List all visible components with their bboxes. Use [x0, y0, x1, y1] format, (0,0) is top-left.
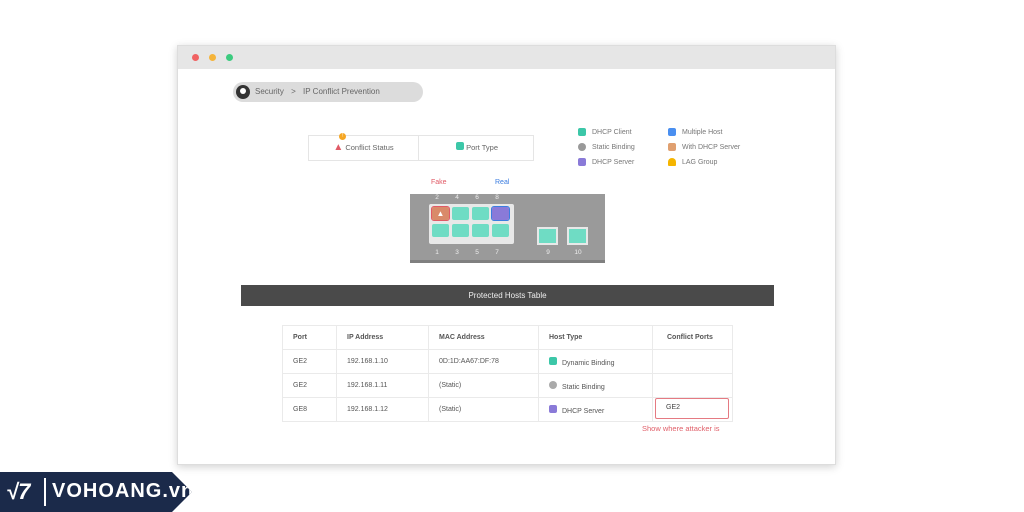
minimize-dot[interactable]: [209, 54, 216, 61]
port-1[interactable]: [432, 224, 449, 237]
conflict-status-tab[interactable]: ▲! Conflict Status: [309, 133, 419, 160]
legend-with-dhcp-server: With DHCP Server: [668, 143, 758, 151]
static-binding-icon: [549, 380, 557, 389]
legend-multiple-host: Multiple Host: [668, 128, 758, 136]
legend-box: ▲! Conflict Status Port Type: [308, 133, 535, 161]
table-title-bar: Protected Hosts Table: [241, 285, 774, 306]
port-5[interactable]: [472, 224, 489, 237]
dhcp-server-icon: [578, 158, 586, 166]
with-dhcp-server-icon: [668, 143, 676, 151]
sfp-10-number: 10: [574, 249, 582, 256]
bottom-port-numbers: 1357: [435, 249, 499, 256]
switch-panel: 2468 ▲ 1357 9 10: [410, 194, 605, 263]
lag-group-icon: [668, 158, 676, 166]
logo-text: VOHOANG.vn: [52, 480, 195, 502]
conflict-status-label: Conflict Status: [345, 143, 394, 152]
close-dot[interactable]: [192, 54, 199, 61]
dhcp-client-icon: [578, 128, 586, 136]
port-type-tab[interactable]: Port Type: [419, 136, 535, 160]
legend-dhcp-server: DHCP Server: [578, 158, 668, 166]
top-port-numbers: 2468: [435, 194, 499, 201]
header-conflict-ports: Conflict Ports: [652, 325, 733, 350]
dhcp-server-icon: [549, 404, 557, 413]
port-4[interactable]: [452, 207, 469, 220]
maximize-dot[interactable]: [226, 54, 233, 61]
static-binding-icon: [578, 143, 586, 151]
logo-mark-icon: √7: [6, 479, 31, 504]
port-6[interactable]: [472, 207, 489, 220]
port-2-conflict[interactable]: ▲: [431, 206, 450, 221]
port-type-label: Port Type: [466, 143, 499, 152]
multiple-host-icon: [668, 128, 676, 136]
title-bar: [178, 46, 835, 69]
vohoang-logo: √7 VOHOANG.vn: [0, 472, 192, 512]
table-row[interactable]: GE2 192.168.1.11 (Static) Static Binding: [282, 373, 733, 398]
fake-label: Fake: [431, 179, 447, 186]
breadcrumb: Security > IP Conflict Prevention: [233, 82, 423, 102]
table-header-row: Port IP Address MAC Address Host Type Co…: [282, 325, 733, 350]
browser-window: Security > IP Conflict Prevention ▲! Con…: [177, 45, 836, 465]
port-type-icon: [455, 142, 464, 150]
legend-dhcp-client: DHCP Client: [578, 128, 668, 136]
sfp-port-10[interactable]: [567, 227, 588, 245]
breadcrumb-page: IP Conflict Prevention: [303, 87, 380, 96]
port-3[interactable]: [452, 224, 469, 237]
legend-lag-group: LAG Group: [668, 158, 758, 166]
header-host-type: Host Type: [538, 325, 653, 350]
attacker-annotation: Show where attacker is: [642, 424, 720, 433]
sfp-9-number: 9: [546, 249, 550, 256]
conflict-port-highlight: GE2: [655, 398, 729, 419]
real-label: Real: [495, 179, 510, 186]
breadcrumb-separator: >: [291, 87, 296, 96]
header-mac: MAC Address: [428, 325, 539, 350]
location-pin-icon: [236, 85, 250, 99]
legend-static-binding: Static Binding: [578, 143, 668, 151]
port-8-real[interactable]: [491, 206, 510, 221]
breadcrumb-section[interactable]: Security: [255, 87, 284, 96]
header-ip: IP Address: [336, 325, 429, 350]
warning-icon: ▲!: [333, 133, 347, 160]
warning-icon: ▲: [436, 209, 445, 218]
header-port: Port: [282, 325, 337, 350]
port-7[interactable]: [492, 224, 509, 237]
port-type-legend: DHCP Client Multiple Host Static Binding…: [578, 128, 758, 166]
sfp-port-9[interactable]: [537, 227, 558, 245]
dhcp-client-icon: [549, 356, 557, 365]
rj45-port-panel: ▲: [429, 204, 514, 244]
table-row[interactable]: GE2 192.168.1.10 0D:1D:AA67:DF:78 Dynamic …: [282, 349, 733, 374]
